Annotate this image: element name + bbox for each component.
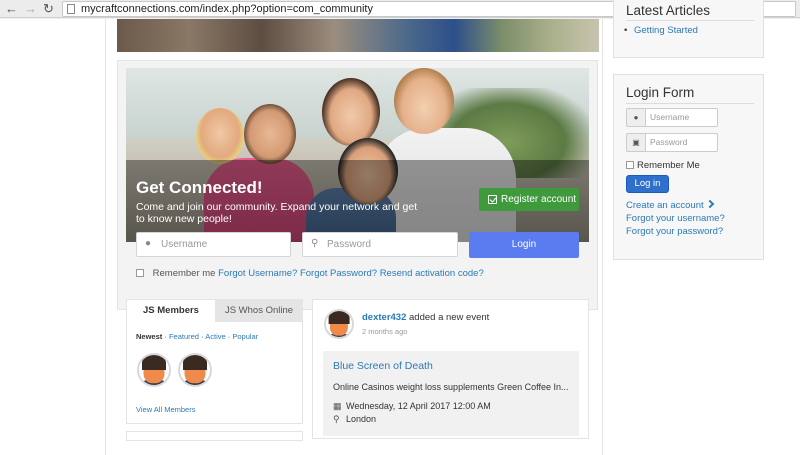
event-location: ⚲ London	[333, 414, 376, 425]
sidebar-remember-row: Remember Me	[626, 160, 700, 171]
sidebar-login-button[interactable]: Log in	[626, 175, 669, 193]
login-form-title: Login Form	[626, 85, 695, 100]
event-description: Online Casinos weight loss supplements G…	[333, 382, 569, 392]
hero-title: Get Connected!	[136, 178, 263, 197]
sidebar-remember-checkbox[interactable]	[626, 161, 634, 169]
forgot-username-link[interactable]: Forgot Username?	[218, 268, 297, 279]
page-icon	[67, 4, 75, 14]
latest-articles-module: Latest Articles Getting Started	[613, 0, 764, 58]
next-module-edge	[126, 431, 303, 441]
avatar-hair	[142, 355, 166, 370]
divider	[626, 20, 754, 21]
key-icon: ⚲	[311, 238, 319, 249]
divider	[626, 103, 754, 104]
forgot-your-username-link[interactable]: Forgot your username?	[626, 213, 725, 224]
sidebar-password-placeholder: Password	[645, 133, 718, 152]
register-account-button[interactable]: Register account	[479, 188, 579, 211]
remember-me-label: Remember me	[152, 268, 216, 279]
event-location-text: London	[346, 414, 377, 424]
latest-articles-title: Latest Articles	[626, 3, 711, 18]
create-account-label: Create an account	[626, 200, 704, 211]
members-module: JS Members JS Whos Online Newest · Featu…	[126, 299, 303, 424]
hero-person	[244, 104, 296, 164]
hero-banner: Get Connected! Come and join our communi…	[126, 68, 589, 242]
filter-featured[interactable]: Featured	[169, 332, 199, 341]
hero-person	[196, 108, 244, 164]
password-placeholder: Password	[327, 239, 371, 250]
reload-icon[interactable]: ↻	[43, 1, 54, 17]
calendar-icon: ▦	[333, 401, 342, 411]
member-avatar[interactable]	[137, 353, 171, 387]
login-form-module: Login Form ● Username ▣ Password Remembe…	[613, 74, 764, 260]
checkbox-icon	[488, 195, 497, 204]
hero-person	[394, 68, 454, 134]
map-pin-icon: ⚲	[333, 414, 340, 424]
tab-js-members[interactable]: JS Members	[127, 300, 215, 322]
remember-row: Remember me Forgot Username? Forgot Pass…	[136, 268, 484, 280]
avatar-hair	[328, 311, 350, 324]
back-arrow-icon[interactable]: ←	[5, 1, 18, 17]
resend-activation-link[interactable]: Resend activation code?	[380, 268, 484, 279]
activity-timestamp: 2 months ago	[362, 327, 408, 336]
event-title-link[interactable]: Blue Screen of Death	[333, 360, 433, 372]
hero-text: Come and join our community. Expand your…	[136, 201, 418, 225]
left-gutter	[0, 19, 105, 455]
event-card: Blue Screen of Death Online Casinos weig…	[323, 351, 579, 436]
password-input[interactable]: ⚲ Password	[302, 232, 458, 257]
activity-headline: dexter432 added a new event	[362, 312, 489, 323]
sidebar-username-input[interactable]: ● Username	[626, 108, 718, 127]
hero-person	[322, 78, 380, 146]
sidebar-remember-label: Remember Me	[637, 160, 700, 171]
filter-active[interactable]: Active	[205, 332, 225, 341]
tab-js-whos-online[interactable]: JS Whos Online	[215, 300, 303, 322]
register-account-label: Register account	[501, 194, 577, 205]
view-all-members-link[interactable]: View All Members	[136, 405, 195, 414]
remember-me-checkbox[interactable]	[136, 269, 144, 277]
event-date-text: Wednesday, 12 April 2017 12:00 AM	[346, 401, 491, 411]
username-input[interactable]: ● Username	[136, 232, 291, 257]
forward-arrow-icon[interactable]: →	[24, 1, 37, 17]
username-placeholder: Username	[161, 239, 208, 250]
member-filters: Newest · Featured · Active · Popular	[136, 332, 258, 341]
activity-stream-item: dexter432 added a new event 2 months ago…	[312, 299, 589, 439]
chevron-right-icon	[705, 199, 714, 209]
sidebar-username-placeholder: Username	[645, 108, 718, 127]
right-gutter	[780, 19, 800, 455]
login-button[interactable]: Login	[469, 232, 579, 258]
activity-action: added a new event	[406, 312, 490, 323]
url-text: mycraftconnections.com/index.php?option=…	[81, 3, 373, 15]
filter-separator: ·	[162, 332, 169, 341]
forgot-password-link[interactable]: Forgot Password?	[300, 268, 377, 279]
filter-popular[interactable]: Popular	[232, 332, 258, 341]
member-avatar[interactable]	[178, 353, 212, 387]
event-date: ▦ Wednesday, 12 April 2017 12:00 AM	[333, 401, 491, 412]
sidebar-password-input[interactable]: ▣ Password	[626, 133, 718, 152]
user-icon: ●	[626, 108, 646, 127]
article-link-getting-started[interactable]: Getting Started	[624, 25, 698, 36]
avatar-hair	[183, 355, 207, 370]
user-icon: ●	[145, 238, 152, 249]
create-account-link[interactable]: Create an account	[626, 199, 714, 211]
activity-user-link[interactable]: dexter432	[362, 312, 406, 323]
header-banner-image	[117, 19, 599, 52]
activity-user-avatar[interactable]	[324, 309, 354, 339]
lock-icon: ▣	[626, 133, 646, 152]
filter-newest[interactable]: Newest	[136, 332, 162, 341]
forgot-your-password-link[interactable]: Forgot your password?	[626, 226, 723, 237]
